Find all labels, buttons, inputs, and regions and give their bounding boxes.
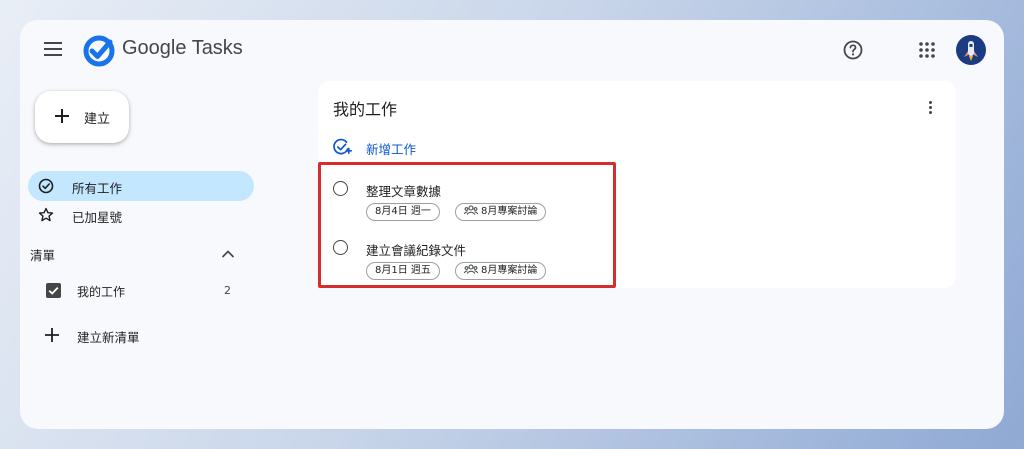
sidebar-item-all-tasks[interactable]: 所有工作 bbox=[28, 171, 254, 201]
task-item[interactable]: 建立會議紀錄文件 8月1日 週五 8月專案討論 bbox=[332, 230, 592, 280]
task-title[interactable]: 整理文章數據 bbox=[366, 181, 441, 200]
help-icon[interactable] bbox=[842, 39, 864, 61]
task-list-chip[interactable]: 8月專案討論 bbox=[455, 262, 547, 280]
check-circle-icon bbox=[38, 178, 54, 194]
task-complete-toggle[interactable] bbox=[333, 240, 348, 255]
add-task-icon bbox=[333, 138, 352, 155]
group-icon bbox=[464, 264, 478, 274]
apps-grid-icon[interactable] bbox=[918, 41, 936, 59]
task-title[interactable]: 建立會議紀錄文件 bbox=[366, 240, 466, 259]
task-date-chip[interactable]: 8月1日 週五 bbox=[366, 262, 440, 280]
create-button[interactable]: 建立 bbox=[35, 91, 129, 143]
task-list-chip-label: 8月專案討論 bbox=[481, 206, 538, 217]
lists-section-header[interactable]: 清單 bbox=[28, 242, 254, 266]
avatar[interactable] bbox=[956, 35, 986, 65]
menu-icon[interactable] bbox=[44, 42, 62, 56]
task-list-card: 我的工作 新增工作 整理文章數據 8月4日 週一 8月專案討論 建立會議紀錄文件… bbox=[318, 81, 956, 288]
task-list-chip[interactable]: 8月專案討論 bbox=[455, 203, 547, 221]
lists-section-label: 清單 bbox=[30, 248, 56, 263]
tasks-logo-icon bbox=[83, 35, 115, 67]
add-task-button[interactable]: 新增工作 bbox=[332, 137, 442, 157]
list-count: 2 bbox=[224, 284, 231, 297]
task-date-chip[interactable]: 8月4日 週一 bbox=[366, 203, 440, 221]
check-icon bbox=[48, 286, 59, 295]
sidebar-item-label: 所有工作 bbox=[72, 181, 123, 196]
create-new-list-button[interactable]: 建立新清單 bbox=[28, 321, 254, 349]
more-options-icon[interactable] bbox=[924, 100, 936, 116]
plus-icon bbox=[55, 109, 69, 123]
create-new-list-label: 建立新清單 bbox=[77, 330, 140, 345]
group-icon bbox=[464, 205, 478, 215]
task-complete-toggle[interactable] bbox=[333, 181, 348, 196]
app-title: Google Tasks bbox=[122, 37, 243, 59]
list-item-my-tasks[interactable]: 我的工作 2 bbox=[28, 277, 254, 305]
star-icon bbox=[38, 207, 54, 222]
list-label: 我的工作 bbox=[77, 285, 126, 299]
plus-icon bbox=[45, 328, 59, 342]
task-item[interactable]: 整理文章數據 8月4日 週一 8月專案討論 bbox=[332, 171, 592, 221]
avatar-rocket-icon bbox=[964, 41, 978, 61]
sidebar-item-label: 已加星號 bbox=[72, 210, 123, 225]
chevron-up-icon[interactable] bbox=[220, 246, 236, 262]
task-list-chip-label: 8月專案討論 bbox=[481, 265, 538, 276]
add-task-label: 新增工作 bbox=[366, 142, 417, 157]
create-button-label: 建立 bbox=[84, 112, 111, 127]
app-window: Google Tasks 建立 所有工作 已加星號 清單 我的工作 2 建立新清… bbox=[20, 20, 1004, 429]
sidebar-item-starred[interactable]: 已加星號 bbox=[28, 200, 254, 230]
list-checkbox[interactable] bbox=[46, 283, 61, 298]
list-title: 我的工作 bbox=[333, 100, 398, 119]
